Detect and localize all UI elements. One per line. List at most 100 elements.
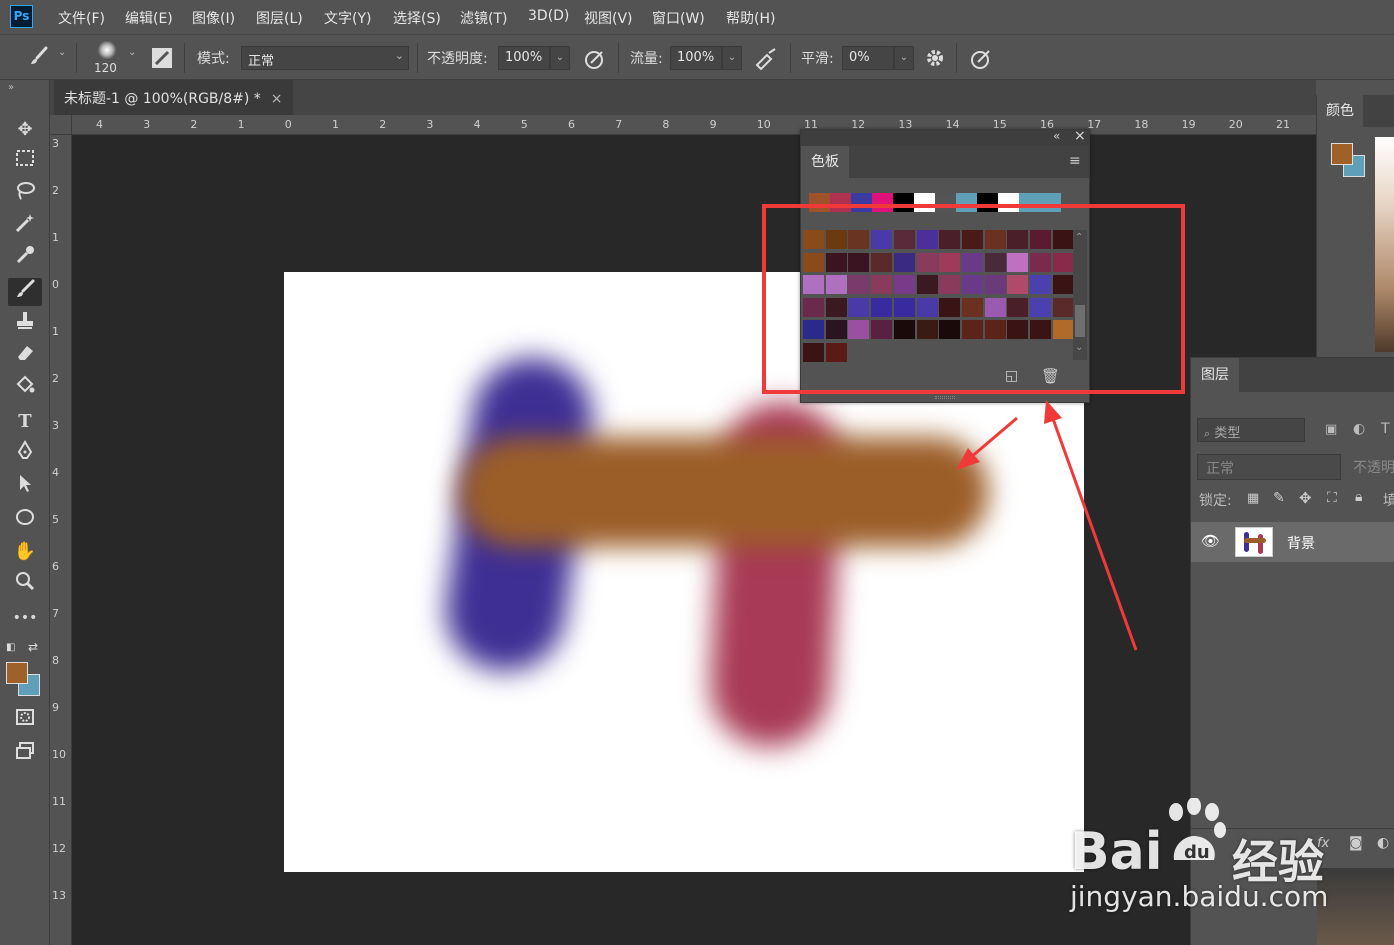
menu-help[interactable]: 帮助(H): [726, 8, 775, 28]
airbrush-icon[interactable]: [753, 47, 779, 76]
ellipse-tool-icon[interactable]: [8, 506, 42, 534]
document-tab[interactable]: 未标题-1 @ 100%(RGB/8#) * ×: [54, 80, 293, 115]
ruler-tick-label: 1: [237, 118, 245, 131]
image-filter-icon[interactable]: ▣: [1325, 422, 1337, 437]
blend-mode-select[interactable]: 正常: [1197, 454, 1341, 480]
panel-menu-icon[interactable]: ≡: [1069, 153, 1081, 169]
magic-wand-tool-icon[interactable]: [8, 212, 42, 240]
flow-value: 100%: [677, 50, 715, 65]
menu-type[interactable]: 文字(Y): [324, 8, 371, 28]
ruler-tick-label: 13: [52, 889, 66, 902]
svg-text:du: du: [1184, 842, 1210, 863]
swatches-panel-header[interactable]: « ×: [801, 128, 1089, 146]
color-panel-tabbar: 颜色: [1317, 95, 1394, 127]
hand-tool-icon[interactable]: ✋: [8, 538, 42, 566]
chevron-down-icon[interactable]: ⌄: [128, 47, 136, 58]
tab-color[interactable]: 颜色: [1317, 95, 1363, 127]
lock-all-icon[interactable]: 🔒︎: [1355, 489, 1362, 505]
collapse-icon[interactable]: «: [1053, 129, 1060, 143]
opacity-label: 不透明度:: [427, 51, 488, 67]
menu-edit[interactable]: 编辑(E): [125, 8, 173, 28]
adjustment-filter-icon[interactable]: ◐: [1353, 421, 1365, 437]
mode-select[interactable]: 正常 ⌄: [241, 46, 409, 70]
document-tab-title: 未标题-1 @ 100%(RGB/8#) *: [64, 91, 261, 107]
brush-preset-picker[interactable]: 120: [94, 39, 120, 77]
ruler-tick-label: 8: [662, 118, 670, 131]
quick-mask-icon[interactable]: [8, 706, 42, 734]
foreground-color-swatch[interactable]: [1331, 143, 1353, 165]
zoom-tool-icon[interactable]: [8, 570, 42, 598]
tab-layers[interactable]: 图层: [1191, 358, 1239, 392]
blend-mode-value: 正常: [1206, 461, 1234, 477]
brush-tip-icon: [98, 41, 116, 59]
menu-filter[interactable]: 滤镜(T): [460, 8, 507, 28]
chevron-down-icon[interactable]: ⌄: [58, 47, 66, 58]
move-tool-icon[interactable]: ✥: [8, 116, 42, 144]
photoshop-logo[interactable]: Ps: [10, 5, 33, 28]
panel-collapse-icon[interactable]: »: [8, 82, 14, 93]
type-filter-icon[interactable]: T: [1381, 421, 1390, 437]
separator: [790, 43, 791, 73]
brush-settings-panel-icon[interactable]: [150, 46, 174, 75]
menu-file[interactable]: 文件(F): [58, 8, 105, 28]
layer-thumbnail: [1235, 527, 1273, 557]
menu-3d[interactable]: 3D(D): [528, 8, 569, 24]
color-spectrum[interactable]: [1375, 137, 1394, 352]
foreground-color[interactable]: [6, 662, 28, 684]
eraser-tool-icon[interactable]: [8, 342, 42, 370]
lasso-tool-icon[interactable]: [8, 180, 42, 208]
brush-size-value: 120: [94, 61, 117, 75]
smoothing-input[interactable]: 0%: [842, 46, 894, 70]
layer-name: 背景: [1287, 536, 1315, 552]
menu-layer[interactable]: 图层(L): [256, 8, 303, 28]
ruler-tick-label: 18: [1134, 118, 1149, 131]
flow-dropdown[interactable]: ⌄: [722, 46, 742, 70]
swatches-panel-tabbar: 色板 ≡: [801, 146, 1089, 178]
menu-window[interactable]: 窗口(W): [652, 8, 705, 28]
type-tool-icon[interactable]: T: [8, 408, 42, 436]
gear-icon[interactable]: [924, 47, 946, 74]
menu-bar: Ps 文件(F) 编辑(E) 图像(I) 图层(L) 文字(Y) 选择(S) 滤…: [0, 0, 1394, 34]
paint-bucket-tool-icon[interactable]: [8, 374, 42, 402]
layer-row-background[interactable]: 👁︎ 背景: [1191, 522, 1394, 562]
lock-position-icon[interactable]: ✥: [1299, 489, 1312, 507]
baidu-watermark: Bai du 经验 jingyan.baidu.com: [1070, 796, 1390, 936]
smoothing-dropdown[interactable]: ⌄: [894, 46, 914, 70]
brush-tool-icon[interactable]: [8, 278, 42, 306]
close-icon[interactable]: ×: [271, 91, 283, 107]
stamp-tool-icon[interactable]: [8, 310, 42, 338]
pressure-opacity-icon[interactable]: [583, 47, 607, 76]
eyedropper-tool-icon[interactable]: [8, 244, 42, 272]
layer-filter-select[interactable]: ⌕ 类型: [1197, 418, 1305, 442]
more-tools-icon[interactable]: •••: [8, 604, 42, 632]
default-colors-icon[interactable]: ◧: [6, 642, 15, 653]
ruler-tick-label: 3: [52, 137, 59, 150]
eye-icon[interactable]: 👁︎: [1201, 532, 1220, 550]
ruler-tick-label: 10: [52, 748, 66, 761]
resize-grip[interactable]: [935, 396, 955, 399]
pen-tool-icon[interactable]: [8, 440, 42, 468]
menu-image[interactable]: 图像(I): [192, 8, 235, 28]
lock-image-icon[interactable]: ✎: [1273, 490, 1285, 506]
tools-panel: » ✥ T ✋ ••• ◧ ⇄: [0, 80, 50, 945]
vertical-ruler: 3 2 1 0 1 2 3 4 5 6 7 8 9 10 11 12 13: [50, 135, 72, 945]
watermark-brand: Bai: [1070, 822, 1163, 882]
screen-mode-icon[interactable]: [8, 740, 42, 768]
opacity-input[interactable]: 100%: [498, 46, 550, 70]
ruler-tick-label: 5: [52, 513, 59, 526]
highlight-box: [762, 204, 1185, 394]
marquee-tool-icon[interactable]: [8, 148, 42, 176]
swap-colors-icon[interactable]: ⇄: [28, 640, 38, 654]
menu-select[interactable]: 选择(S): [393, 8, 441, 28]
flow-input[interactable]: 100%: [670, 46, 722, 70]
tab-swatches[interactable]: 色板: [801, 146, 849, 178]
opacity-dropdown[interactable]: ⌄: [550, 46, 570, 70]
path-selection-tool-icon[interactable]: [8, 472, 42, 500]
brush-tool-icon[interactable]: [28, 45, 50, 72]
menu-view[interactable]: 视图(V): [584, 8, 633, 28]
close-icon[interactable]: ×: [1074, 128, 1086, 144]
pressure-size-icon[interactable]: [969, 47, 993, 76]
mode-value: 正常: [248, 54, 275, 69]
lock-transparent-icon[interactable]: ▦: [1247, 491, 1259, 506]
lock-artboard-icon[interactable]: ⛶: [1327, 490, 1337, 506]
